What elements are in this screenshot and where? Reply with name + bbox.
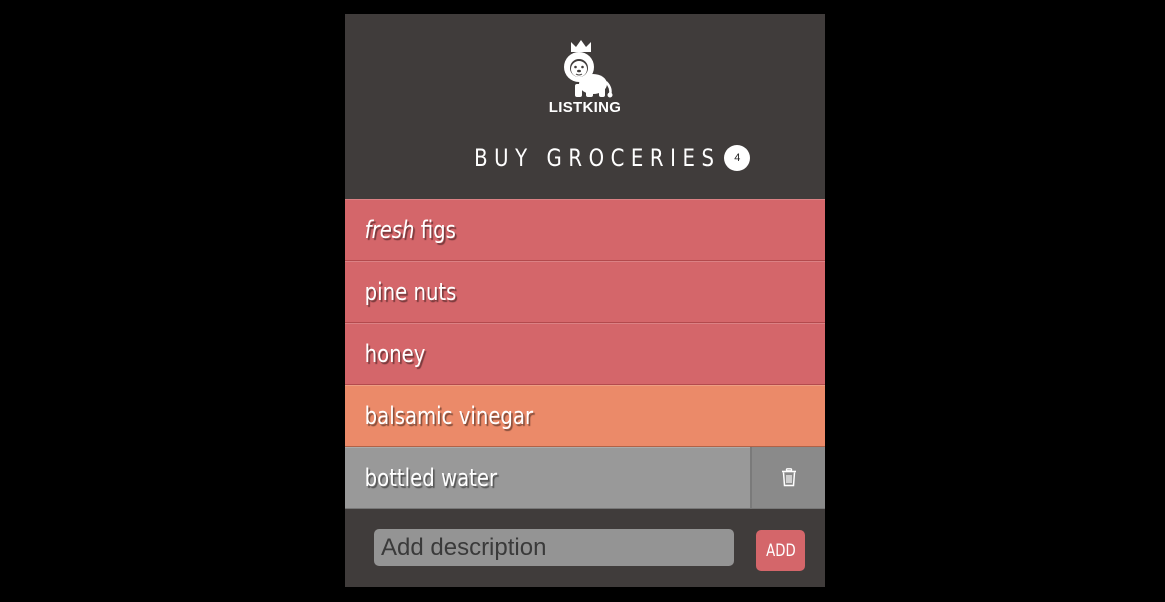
list-item[interactable]: balsamic vinegar <box>345 385 825 447</box>
description-input[interactable] <box>374 529 734 566</box>
list-item[interactable]: bottled water <box>345 447 825 509</box>
list-item-label: balsamic vinegar <box>364 401 534 430</box>
list-item-label: pine nuts <box>364 277 457 306</box>
item-count-badge: 4 <box>724 145 751 171</box>
list-item[interactable]: fresh figs <box>345 199 825 261</box>
add-button-label: ADD <box>765 540 796 561</box>
delete-button[interactable] <box>750 447 825 508</box>
list-item-label: honey <box>364 339 426 368</box>
list-item[interactable]: pine nuts <box>345 261 825 323</box>
todo-list: fresh figs pine nuts honey balsamic vine… <box>345 199 825 509</box>
app-panel: LISTKING BUY GROCERIES 4 fresh figs pine… <box>345 14 825 587</box>
trash-icon <box>781 468 796 487</box>
list-item-label-rest: figs <box>414 215 456 244</box>
list-item-label: fresh figs <box>345 216 456 244</box>
header: LISTKING BUY GROCERIES 4 <box>345 14 825 199</box>
brand-name: LISTKING <box>548 99 622 116</box>
list-title-row: BUY GROCERIES 4 <box>345 142 825 174</box>
list-title: BUY GROCERIES <box>473 144 721 172</box>
lion-crown-icon <box>564 40 613 98</box>
add-item-footer: ADD <box>345 509 825 587</box>
list-item-main[interactable]: bottled water <box>345 447 750 508</box>
list-item-emphasis: fresh <box>364 215 415 244</box>
list-item[interactable]: honey <box>345 323 825 385</box>
list-item-label: bottled water <box>364 463 498 492</box>
add-button[interactable]: ADD <box>756 530 805 571</box>
